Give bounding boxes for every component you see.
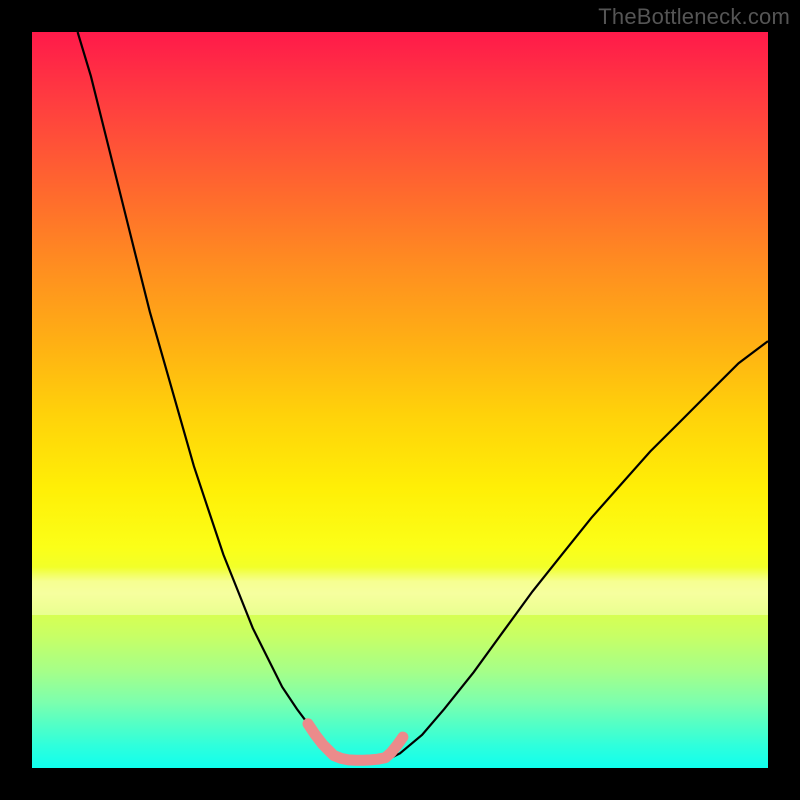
- plot-area: [32, 32, 768, 768]
- chart-frame: TheBottleneck.com: [0, 0, 800, 800]
- watermark-text: TheBottleneck.com: [598, 4, 790, 30]
- left-curve-path: [78, 32, 349, 761]
- curves-svg: [32, 32, 768, 768]
- right-curve-path: [385, 341, 768, 760]
- valley-marker-path: [308, 724, 403, 761]
